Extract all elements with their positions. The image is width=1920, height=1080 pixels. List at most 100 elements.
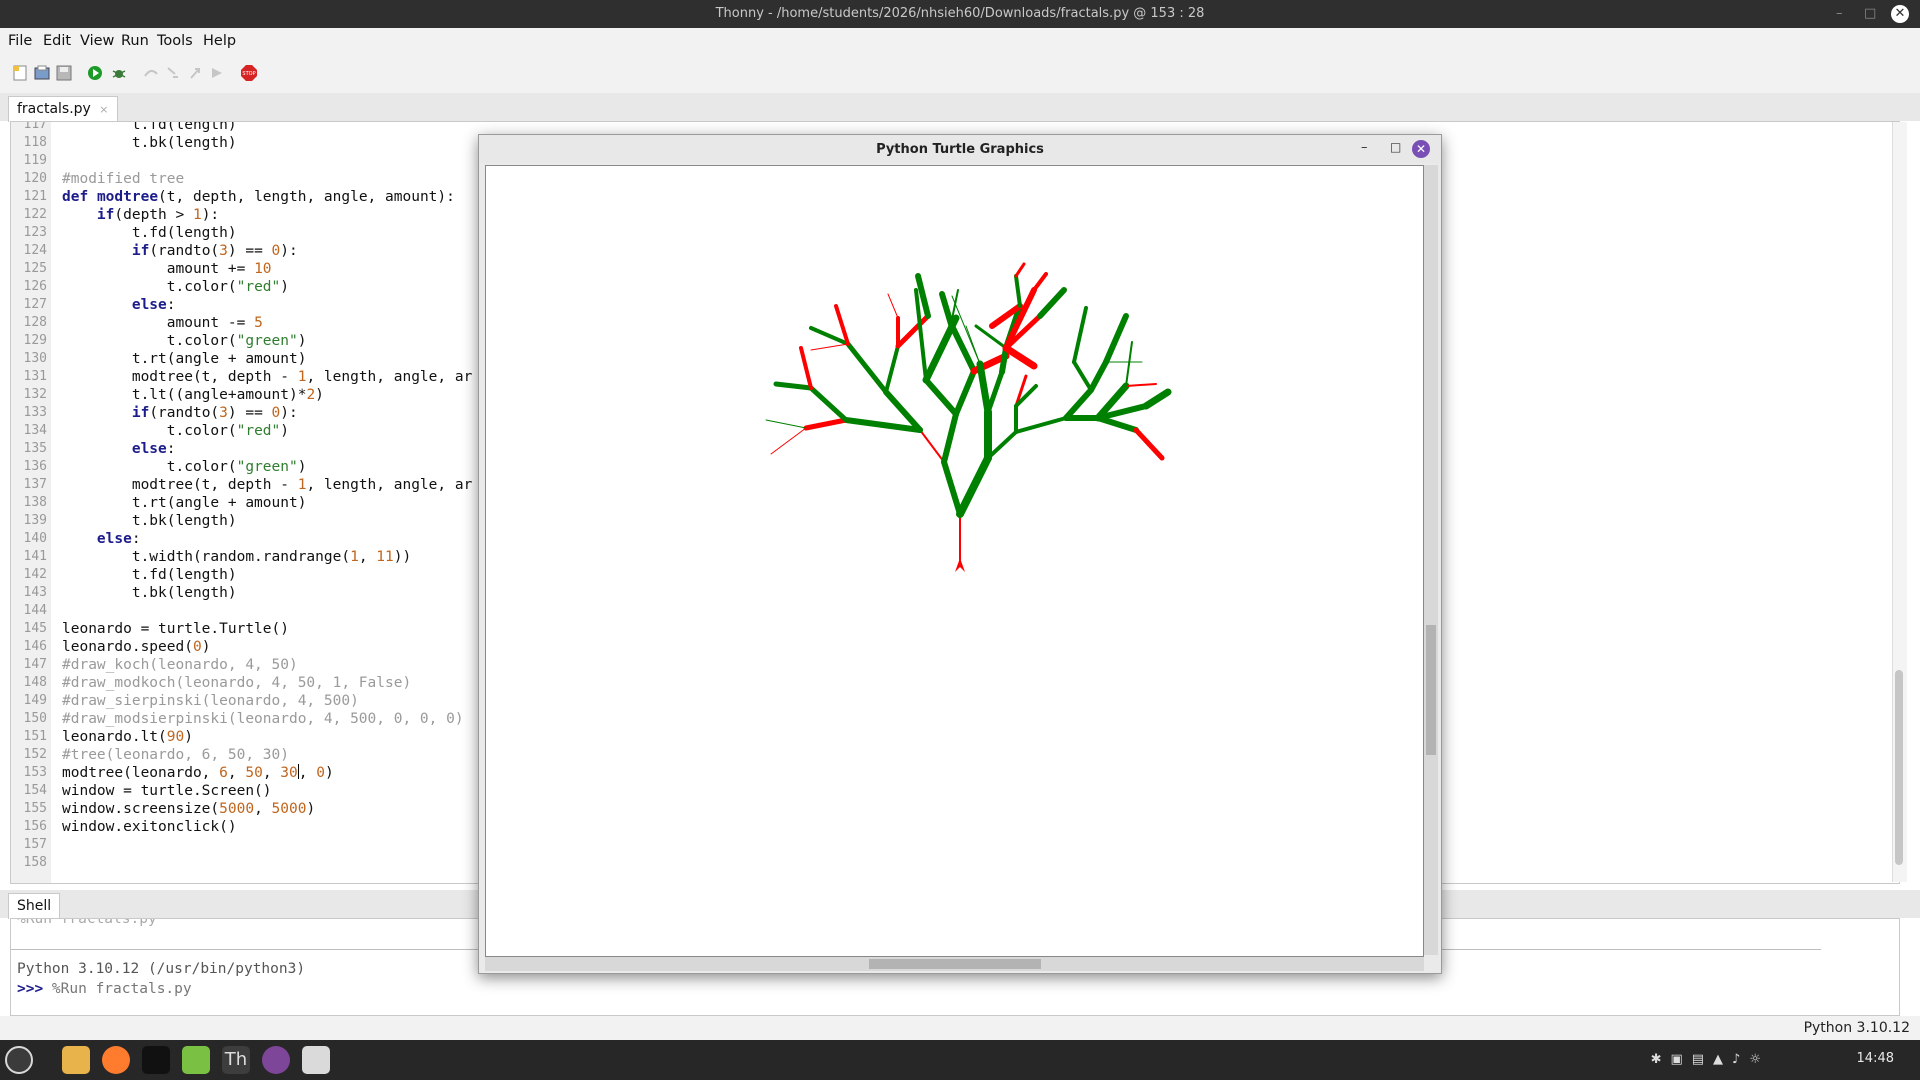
code-line[interactable]: leonardo = turtle.Turtle() [62, 620, 289, 638]
code-line[interactable]: leonardo.speed(0) [62, 638, 210, 656]
tree-branch [976, 360, 992, 416]
save-file-icon[interactable] [56, 65, 72, 81]
line-number: 131 [23, 369, 47, 384]
close-button[interactable]: ✕ [1891, 5, 1909, 23]
line-number: 136 [23, 459, 47, 474]
turtle-close-button[interactable]: ✕ [1412, 140, 1430, 158]
code-line[interactable]: window.screensize(5000, 5000) [62, 800, 315, 818]
firefox-icon[interactable] [102, 1046, 130, 1074]
menu-edit[interactable]: Edit [43, 33, 71, 49]
tree-branch [810, 343, 849, 351]
code-line[interactable]: #draw_modkoch(leonardo, 4, 50, 1, False) [62, 674, 411, 692]
stop-icon[interactable]: STOP [240, 64, 258, 82]
code-line[interactable]: t.fd(length) [62, 122, 237, 134]
code-line[interactable]: def modtree(t, depth, length, angle, amo… [62, 188, 455, 206]
line-number: 121 [23, 189, 47, 204]
line-number: 142 [23, 567, 47, 582]
code-line[interactable]: amount += 10 [62, 260, 272, 278]
tree-branch [1014, 262, 1026, 278]
code-line[interactable]: t.color("red") [62, 278, 289, 296]
code-line[interactable]: t.fd(length) [62, 566, 237, 584]
code-line[interactable]: t.color("green") [62, 458, 307, 476]
menu-view[interactable]: View [80, 33, 114, 49]
minimize-button[interactable]: – [1836, 6, 1843, 21]
code-line[interactable]: #draw_modsierpinski(leonardo, 4, 500, 0,… [62, 710, 464, 728]
terminal-icon[interactable] [142, 1046, 170, 1074]
step-over-icon[interactable] [143, 65, 159, 81]
shell-previous-output: %Run fractals.py [17, 918, 157, 927]
code-line[interactable]: #modified tree [62, 170, 184, 188]
line-number: 140 [23, 531, 47, 546]
line-number: 155 [23, 801, 47, 816]
code-line[interactable]: window.exitonclick() [62, 818, 237, 836]
menu-run[interactable]: Run [121, 33, 149, 49]
code-line[interactable]: amount -= 5 [62, 314, 263, 332]
code-line[interactable]: modtree(leonardo, 6, 50, 30, 0) [62, 764, 334, 782]
code-line[interactable]: leonardo.lt(90) [62, 728, 193, 746]
line-number: 134 [23, 423, 47, 438]
code-line[interactable]: else: [62, 530, 141, 548]
turtle-horizontal-scrollbar-thumb[interactable] [869, 959, 1041, 969]
menu-help[interactable]: Help [203, 33, 236, 49]
code-line[interactable]: if(randto(3) == 0): [62, 242, 298, 260]
line-number: 153 [23, 765, 47, 780]
tab-close-icon[interactable]: × [99, 103, 108, 116]
run-icon[interactable] [87, 65, 103, 81]
line-number: 119 [23, 153, 47, 168]
code-line[interactable]: t.bk(length) [62, 584, 237, 602]
code-line[interactable]: t.width(random.randrange(1, 11)) [62, 548, 411, 566]
code-line[interactable]: #tree(leonardo, 6, 50, 30) [62, 746, 289, 764]
code-line[interactable]: else: [62, 296, 176, 314]
code-line[interactable]: t.color("green") [62, 332, 307, 350]
code-line[interactable]: t.rt(angle + amount) [62, 494, 307, 512]
system-tray-icons[interactable]: ✱▣▤▲♪☼ [1651, 1052, 1770, 1067]
code-line[interactable]: t.lt((angle+amount)*2) [62, 386, 324, 404]
menu-file[interactable]: File [8, 33, 32, 49]
tree-branch [1072, 360, 1093, 392]
tor-browser-icon[interactable] [262, 1046, 290, 1074]
tree-branch [808, 385, 849, 423]
code-line[interactable]: else: [62, 440, 176, 458]
turtle-maximize-button[interactable]: □ [1390, 140, 1401, 154]
tab-fractals-py[interactable]: fractals.py × [8, 96, 118, 122]
debug-icon[interactable] [111, 65, 127, 81]
shell-input-line[interactable]: >>> %Run fractals.py [17, 981, 192, 997]
code-line[interactable]: window = turtle.Screen() [62, 782, 272, 800]
thonny-icon[interactable]: Th [222, 1046, 250, 1074]
open-file-icon[interactable] [34, 65, 50, 81]
code-line[interactable]: if(randto(3) == 0): [62, 404, 298, 422]
turtle-canvas[interactable] [485, 165, 1424, 957]
turtle-graphics-window[interactable]: Python Turtle Graphics – □ ✕ [478, 134, 1442, 974]
clock[interactable]: 14:48 [1857, 1051, 1894, 1066]
editor-tabstrip: fractals.py × [0, 93, 1920, 122]
code-line[interactable]: if(depth > 1): [62, 206, 219, 224]
code-line[interactable]: t.color("red") [62, 422, 289, 440]
editor-scrollbar-thumb[interactable] [1895, 670, 1903, 865]
mint-update-icon[interactable] [182, 1046, 210, 1074]
maximize-button[interactable]: □ [1864, 6, 1876, 21]
interpreter-status[interactable]: Python 3.10.12 [1804, 1020, 1910, 1036]
files-icon[interactable] [62, 1046, 90, 1074]
tree-branch [1072, 306, 1088, 364]
tab-shell[interactable]: Shell [8, 893, 61, 919]
menu-tools[interactable]: Tools [157, 33, 193, 49]
step-into-icon[interactable] [165, 65, 181, 81]
code-line[interactable]: #draw_koch(leonardo, 4, 50) [62, 656, 298, 674]
turtle-vertical-scrollbar-thumb[interactable] [1426, 625, 1436, 755]
code-line[interactable]: t.bk(length) [62, 134, 237, 152]
turtle-minimize-button[interactable]: – [1361, 140, 1368, 155]
code-line[interactable]: t.fd(length) [62, 224, 237, 242]
code-line[interactable]: modtree(t, depth - 1, length, angle, ar [62, 476, 472, 494]
step-out-icon[interactable] [187, 65, 203, 81]
resume-icon[interactable] [209, 65, 225, 81]
turtle-window-titlebar: Python Turtle Graphics – □ ✕ [479, 135, 1441, 163]
tree-branch [985, 369, 1005, 415]
code-line[interactable]: t.bk(length) [62, 512, 237, 530]
code-line[interactable]: t.rt(angle + amount) [62, 350, 307, 368]
code-line[interactable]: #draw_sierpinski(leonardo, 4, 500) [62, 692, 359, 710]
new-file-icon[interactable] [12, 65, 28, 81]
mint-menu-icon[interactable] [5, 1046, 33, 1074]
turtle-vertical-scrollbar[interactable] [1424, 165, 1438, 955]
settings-icon[interactable] [302, 1046, 330, 1074]
code-line[interactable]: modtree(t, depth - 1, length, angle, ar [62, 368, 472, 386]
